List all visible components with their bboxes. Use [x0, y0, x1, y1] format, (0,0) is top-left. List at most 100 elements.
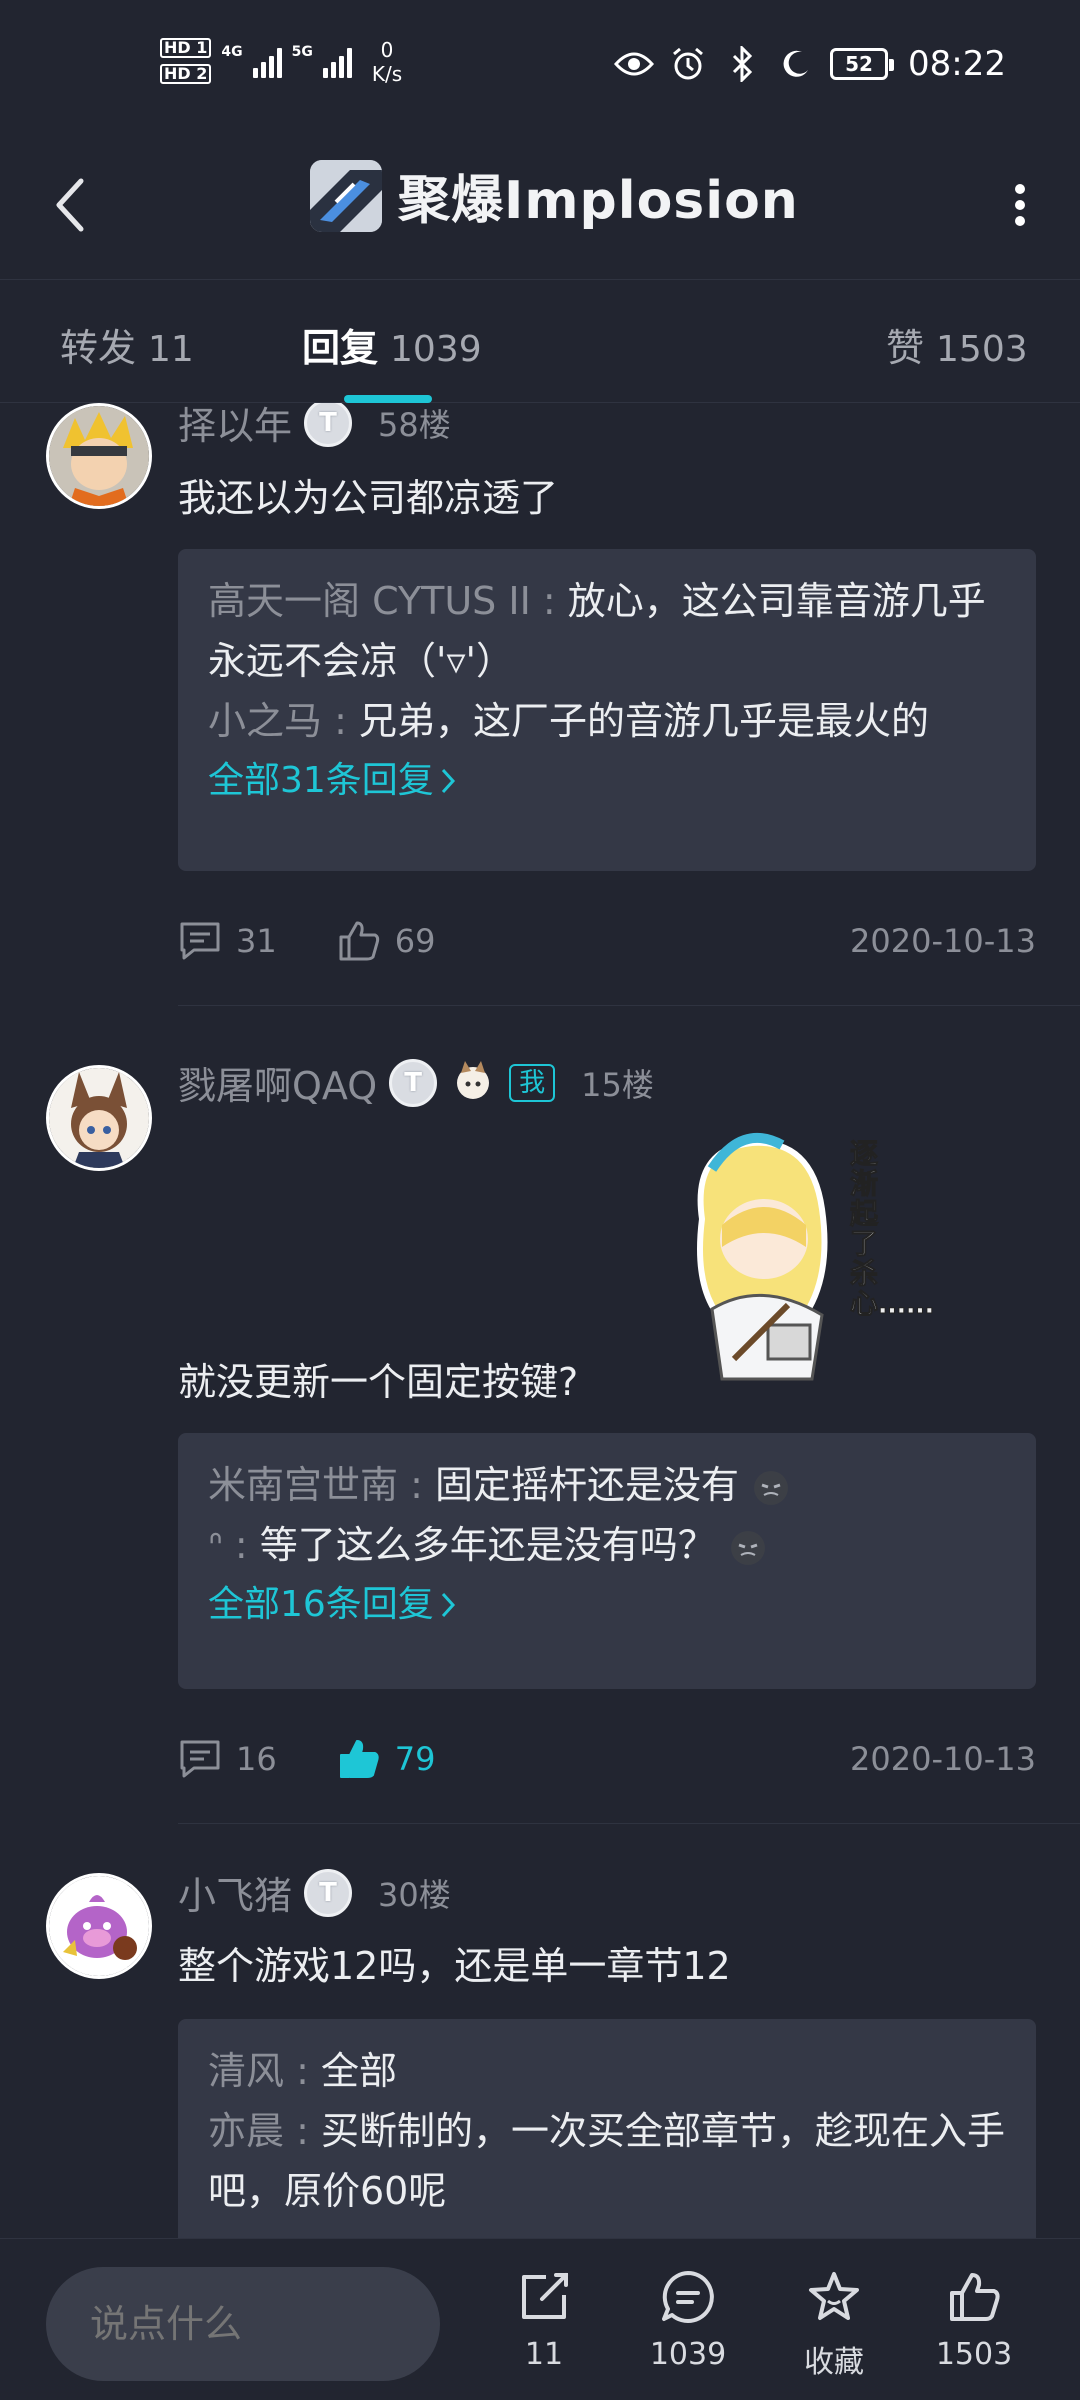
top-app-bar: 聚爆Implosion	[0, 130, 1080, 280]
divider	[178, 1005, 1080, 1006]
battery-indicator: 52	[830, 48, 895, 80]
username[interactable]: 小飞猪	[178, 1865, 292, 1920]
like-button[interactable]: 69	[337, 919, 436, 963]
comment-list[interactable]: 择以年 T 58楼 我还以为公司都凉透了 高天一阁 CYTUS II : 放心，…	[0, 403, 1080, 2238]
bottom-action-bar: 11 1039 收藏 1503	[0, 2238, 1080, 2400]
active-tab-indicator	[344, 395, 432, 403]
reply-text: 兄弟，这厂子的音游几乎是最火的	[358, 699, 929, 743]
like-post-count: 1503	[935, 2337, 1013, 2372]
network-speed: 0 K/s	[372, 38, 402, 86]
status-bar: HD 1 HD 2 4G 5G 0 K/s 52 08:22	[0, 0, 1080, 130]
share-count: 11	[524, 2337, 564, 2372]
avatar[interactable]	[46, 1065, 152, 1171]
share-icon	[522, 2273, 568, 2319]
view-all-replies-link[interactable]: 全部31条回复	[208, 751, 1006, 811]
tab-count: 1503	[936, 329, 1028, 370]
level-badge-text: T	[319, 1877, 337, 1908]
view-all-replies-link[interactable]: 全部16条回复	[208, 1575, 1006, 1635]
avatar[interactable]	[46, 1873, 152, 1979]
alarm-icon	[668, 44, 708, 84]
like-count: 69	[394, 922, 436, 960]
reply-line: 清风 : 全部	[208, 2049, 397, 2093]
network-type-1: 4G	[221, 44, 243, 60]
avatar[interactable]	[46, 403, 152, 509]
tab-replies[interactable]: 回复 1039	[302, 317, 482, 372]
clock: 08:22	[908, 44, 1006, 84]
signal-icon	[322, 38, 352, 78]
chevron-right-icon	[441, 1592, 455, 1618]
level-badge-text: T	[404, 1067, 423, 1098]
view-all-replies-label: 全部31条回复	[208, 760, 434, 801]
tab-reposts[interactable]: 转发 11	[60, 317, 194, 372]
reply-preview-box[interactable]: 清风 : 全部 亦晨 : 买断制的，一次买全部章节，趁现在入手吧，原价60呢	[178, 2019, 1036, 2238]
floor-number: 30楼	[378, 1875, 451, 1914]
comment-date: 2020-10-13	[850, 922, 1036, 960]
more-options-button[interactable]	[990, 170, 1050, 240]
network-speed-unit: K/s	[371, 62, 403, 86]
comment-text: 整个游戏12吗，还是单一章节12	[178, 1944, 731, 1988]
username[interactable]: 戮屠啊QAQ	[178, 1055, 377, 1110]
comments-button[interactable]: 1039	[628, 2269, 748, 2372]
comment-input[interactable]	[46, 2267, 440, 2381]
like-count: 79	[394, 1740, 436, 1778]
username[interactable]: 择以年	[178, 403, 292, 450]
reply-preview-box[interactable]: 高天一阁 CYTUS II : 放心，这公司靠音游几乎永远不会凉（'▿'） 小之…	[178, 549, 1036, 871]
reply-text: 全部	[320, 2049, 397, 2093]
reply-line: ᐢ : 等了这么多年还是没有吗？	[208, 1515, 1006, 1575]
bluetooth-icon	[722, 44, 762, 84]
tab-count: 11	[148, 329, 194, 370]
more-vertical-icon	[1015, 184, 1025, 226]
back-button[interactable]	[40, 170, 100, 240]
level-badge-icon: T	[304, 403, 353, 447]
reply-count: 31	[236, 922, 277, 960]
tab-label: 转发	[60, 326, 137, 370]
tab-likes[interactable]: 赞 1503	[886, 317, 1028, 372]
hd-indicator-2: HD 2	[160, 64, 212, 84]
favorite-button[interactable]: 收藏	[774, 2269, 894, 2381]
level-badge-icon: T	[389, 1058, 438, 1107]
tab-label: 回复	[302, 326, 379, 370]
comment-item: 小飞猪 T 30楼 整个游戏12吗，还是单一章节12 清风 : 全部 亦晨 : …	[0, 1868, 1080, 2238]
comment-text: 就没更新一个固定按键?	[178, 1360, 579, 1404]
chevron-right-icon	[441, 768, 455, 794]
tab-bar: 转发 11 回复 1039 赞 1503	[0, 281, 1080, 403]
thumbs-up-icon	[950, 2273, 1000, 2321]
comment-icon	[180, 922, 220, 960]
like-post-button[interactable]: 1503	[914, 2269, 1034, 2372]
sticker-image[interactable]: 逐渐起了杀心……	[672, 1129, 935, 1399]
reply-line: 高天一阁 CYTUS II : 放心，这公司靠音游几乎永远不会凉（'▿'）	[208, 579, 986, 683]
comment-text: 我还以为公司都凉透了	[178, 476, 559, 520]
comment-item: 择以年 T 58楼 我还以为公司都凉透了 高天一阁 CYTUS II : 放心，…	[0, 403, 1080, 1006]
thumbs-up-filled-icon	[339, 1740, 379, 1778]
reply-button[interactable]: 16	[178, 1738, 277, 1780]
sticker-caption: 逐渐起了杀心……	[850, 1137, 935, 1320]
tab-label: 赞	[886, 326, 925, 370]
reply-author[interactable]: 亦晨	[208, 2109, 284, 2153]
reply-preview-box[interactable]: 米南宫世南 : 固定摇杆还是没有 ᐢ : 等了这么多年还是没有吗？ 全部16条回…	[178, 1433, 1036, 1689]
comment-actions: 16 79 2020-10-13	[178, 1729, 1036, 1789]
app-title-group[interactable]: 聚爆Implosion	[310, 158, 799, 233]
network-speed-value: 0	[380, 38, 394, 62]
status-bar-system: 52 08:22	[614, 44, 1006, 84]
reply-button[interactable]: 31	[178, 920, 277, 962]
reply-author[interactable]: 清风	[208, 2049, 284, 2093]
reply-author[interactable]: 小之马	[208, 699, 322, 743]
comment-item: 戮屠啊QAQ T 我 15楼 逐渐起了杀心…… 就没更新一个固定按键? 米南宫世…	[0, 1058, 1080, 1859]
reply-author[interactable]: 米南宫世南	[208, 1463, 398, 1507]
reply-line: 亦晨 : 买断制的，一次买全部章节，趁现在入手吧，原价60呢	[208, 2109, 1005, 2213]
chevron-left-icon	[56, 178, 84, 232]
like-button[interactable]: 79	[337, 1737, 436, 1781]
view-all-replies-label: 全部16条回复	[208, 1584, 434, 1625]
share-button[interactable]: 11	[484, 2269, 604, 2372]
reply-text: 固定摇杆还是没有	[434, 1463, 739, 1507]
comment-date: 2020-10-13	[850, 1740, 1036, 1778]
reply-text: 等了这么多年还是没有吗？	[259, 1523, 716, 1567]
reply-line: 小之马 : 兄弟，这厂子的音游几乎是最火的	[208, 699, 929, 743]
hd-indicator-1: HD 1	[160, 38, 212, 58]
comment-bubble-icon	[662, 2271, 714, 2323]
reply-author[interactable]: ᐢ	[208, 1523, 223, 1567]
divider	[178, 1823, 1080, 1824]
reply-author[interactable]: 高天一阁 CYTUS II	[208, 579, 531, 623]
comment-count: 1039	[649, 2337, 727, 2372]
moon-icon	[776, 44, 816, 84]
